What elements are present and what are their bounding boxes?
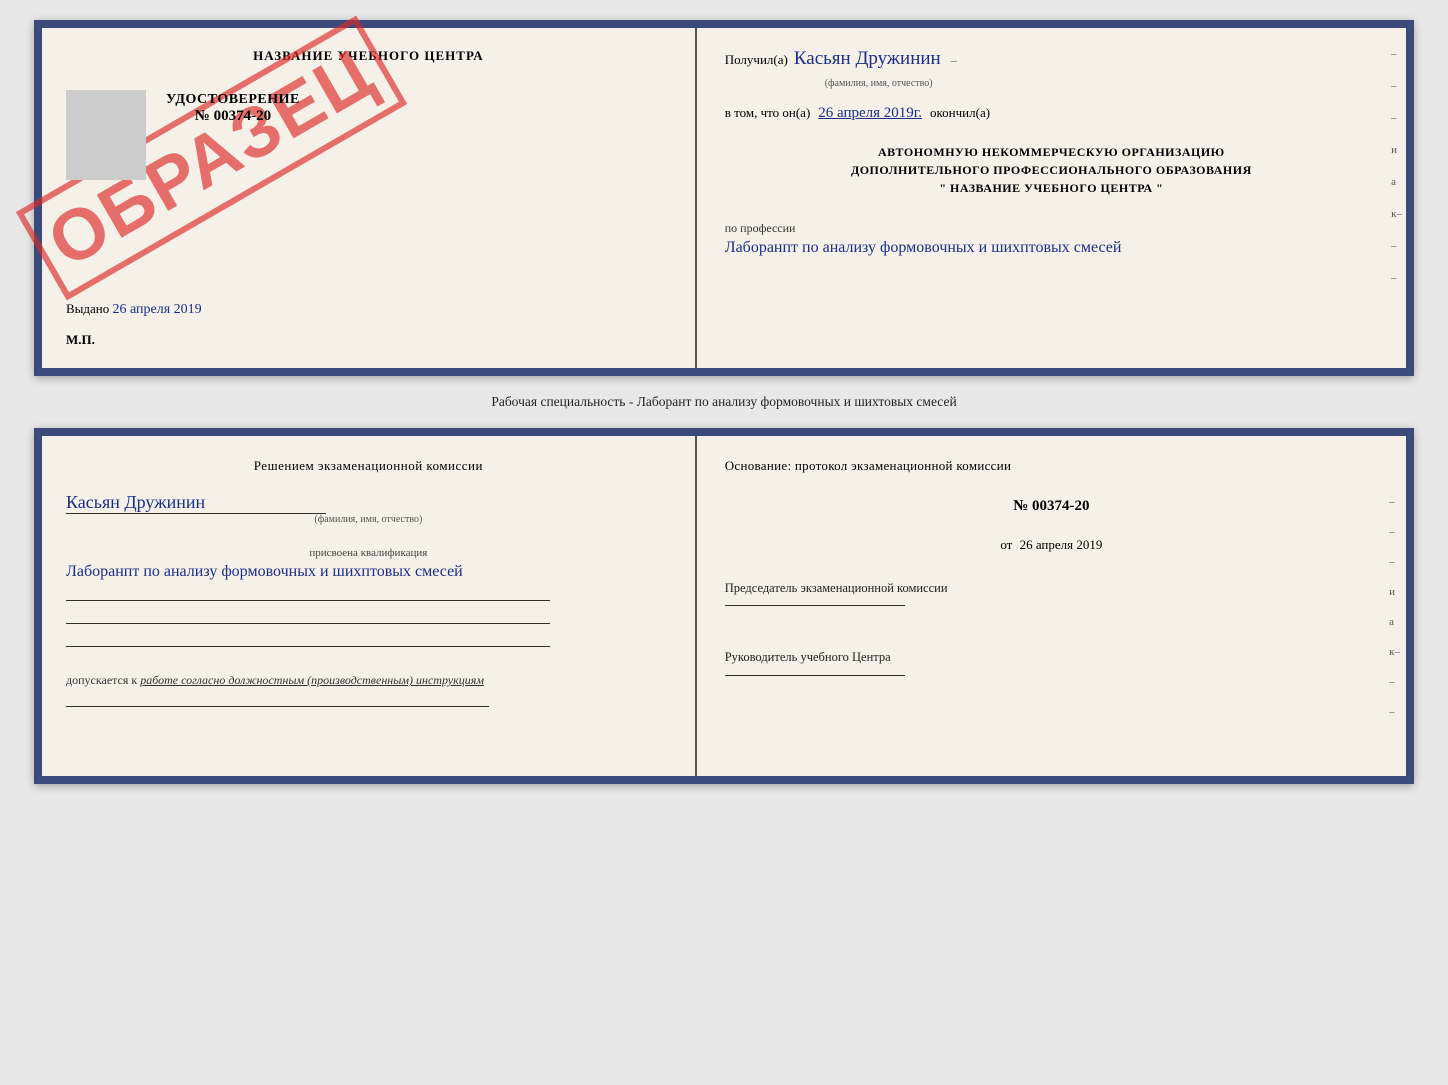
okonchil-label: окончил(а) [930,105,990,121]
protocol-date-value: 26 апреля 2019 [1020,537,1103,552]
osnovaniye-label: Основание: протокол экзаменационной коми… [725,456,1378,476]
line-sep-3 [66,646,550,647]
prisvoena-label: присвоена квалификация [66,547,671,559]
institution-line2: ДОПОЛНИТЕЛЬНОГО ПРОФЕССИОНАЛЬНОГО ОБРАЗО… [725,161,1378,179]
top-document-card: НАЗВАНИЕ УЧЕБНОГО ЦЕНТРА ОБРАЗЕЦ УДОСТОВ… [34,20,1414,376]
dopuskaetsya-block: допускается к работе согласно должностны… [66,671,671,690]
top-right-panel: Получил(а) Касьян Дружинин – (фамилия, и… [697,28,1406,368]
bottom-right-panel: Основание: протокол экзаменационной коми… [697,436,1406,776]
name-handwritten-top: Касьян Дружинин [794,48,941,70]
poluchil-label: Получил(а) [725,52,788,68]
line-sep-1 [66,600,550,601]
name-block-bottom: Касьян Дружинин (фамилия, имя, отчество) [66,492,671,525]
bottom-left-panel: Решением экзаменационной комиссии Касьян… [42,436,697,776]
specialty-line: Рабочая специальность - Лаборант по анал… [471,394,976,410]
rukovoditel-sig-line [725,675,905,676]
institution-line1: АВТОНОМНУЮ НЕКОММЕРЧЕСКУЮ ОРГАНИЗАЦИЮ [725,143,1378,161]
vtom-row: в том, что он(а) 26 апреля 2019г. окончи… [725,105,1378,125]
poluchil-row: Получил(а) Касьян Дружинин – [725,48,1378,72]
institution-block: АВТОНОМНУЮ НЕКОММЕРЧЕСКУЮ ОРГАНИЗАЦИЮ ДО… [725,143,1378,197]
line-sep-2 [66,623,550,624]
top-left-panel: НАЗВАНИЕ УЧЕБНОГО ЦЕНТРА ОБРАЗЕЦ УДОСТОВ… [42,28,697,368]
name-sublabel-bottom: (фамилия, имя, отчество) [66,514,671,525]
side-chars-top: – – – и а к– – – [1391,48,1406,284]
name-handwritten-bottom: Касьян Дружинин [66,492,326,514]
udostoverenie-number: № 00374-20 [166,108,300,125]
top-left-title: НАЗВАНИЕ УЧЕБНОГО ЦЕНТРА [66,48,671,64]
side-chars-bottom: – – – и а к– – – [1389,496,1400,718]
predsedatel-label: Председатель экзаменационной комиссии [725,579,1378,598]
dopuskaetsya-label: допускается к [66,673,137,687]
predsedatel-block: Председатель экзаменационной комиссии [725,579,1378,623]
protocol-date-row: от 26 апреля 2019 [725,537,1378,553]
udostoverenie-label: УДОСТОВЕРЕНИЕ [166,92,300,108]
profession-block: по профессии Лаборанпт по анализу формов… [725,221,1378,260]
protocol-number: № 00374-20 [725,498,1378,515]
institution-line3: " НАЗВАНИЕ УЧЕБНОГО ЦЕНТРА " [725,179,1378,197]
vydano-date: 26 апреля 2019 [113,302,202,317]
dopuskaetsya-value: работе согласно должностным (производств… [140,673,484,687]
profession-label: по профессии [725,221,1378,236]
rukovoditel-block: Руководитель учебного Центра [725,648,1378,692]
completion-date: 26 апреля 2019г. [818,105,922,122]
predsedatel-sig-line [725,605,905,606]
line-sep-4 [66,706,489,707]
name-sublabel-top: (фамилия, имя, отчество) [825,78,1378,89]
vydano-label: Выдано [66,301,109,316]
kvali-block: присвоена квалификация Лаборанпт по анал… [66,543,671,585]
ot-label: от [1000,537,1012,552]
vydano-line: Выдано 26 апреля 2019 [66,301,671,318]
kvali-value: Лаборанпт по анализу формовочных и шихпт… [66,559,671,585]
rukovoditel-label: Руководитель учебного Центра [725,648,1378,667]
komissia-title: Решением экзаменационной комиссии [66,456,671,476]
bottom-document-card: Решением экзаменационной комиссии Касьян… [34,428,1414,784]
mp-label: М.П. [66,332,671,348]
photo-placeholder [66,90,146,180]
profession-value: Лаборанпт по анализу формовочных и шихпт… [725,236,1378,260]
vtom-prefix: в том, что он(а) [725,105,811,121]
